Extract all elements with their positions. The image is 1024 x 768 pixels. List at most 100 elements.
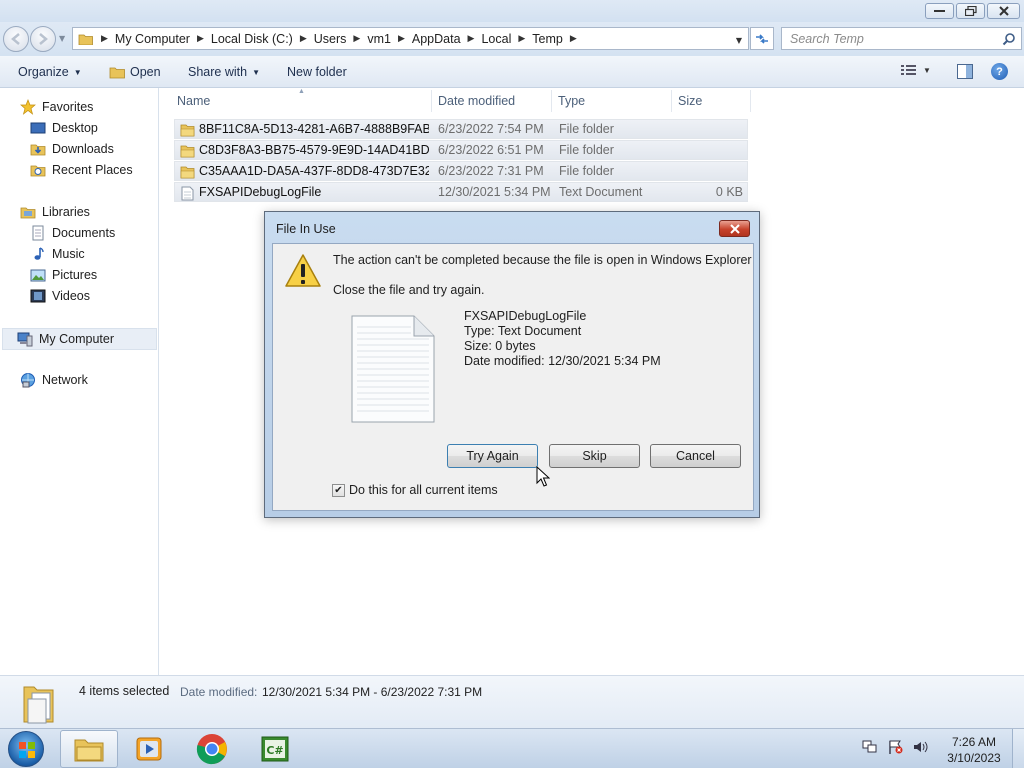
forward-button[interactable] <box>30 26 56 52</box>
nav-label: Downloads <box>52 142 114 156</box>
skip-button[interactable]: Skip <box>549 444 640 468</box>
column-divider[interactable] <box>750 90 751 112</box>
file-info: FXSAPIDebugLogFile Type: Text Document S… <box>464 309 661 369</box>
breadcrumb-separator[interactable]: ▶ <box>570 34 577 44</box>
close-window-button[interactable] <box>987 3 1020 19</box>
address-bar[interactable]: ▶ My Computer ▶ Local Disk (C:) ▶ Users … <box>72 27 749 50</box>
breadcrumb-users[interactable]: Users <box>314 32 347 46</box>
column-divider[interactable] <box>551 90 552 112</box>
recent-pages-dropdown[interactable]: ▼ <box>59 34 65 43</box>
preview-pane-button[interactable] <box>957 64 973 82</box>
file-row[interactable]: C35AAA1D-DA5A-437F-8DD8-473D7E327... 6/2… <box>174 161 748 181</box>
nav-videos[interactable]: Videos <box>30 287 90 305</box>
star-icon <box>20 99 36 115</box>
dialog-sub-message: Close the file and try again. <box>333 283 485 297</box>
apply-to-all-option[interactable]: ✔ Do this for all current items <box>332 483 498 497</box>
breadcrumb-separator[interactable]: ▶ <box>300 34 307 44</box>
search-icon[interactable] <box>1002 32 1016 46</box>
taskbar-windows-explorer[interactable] <box>60 730 118 768</box>
file-row[interactable]: FXSAPIDebugLogFile 12/30/2021 5:34 PM Te… <box>174 182 748 202</box>
nav-music[interactable]: Music <box>30 245 85 263</box>
dialog-close-button[interactable] <box>719 220 750 237</box>
taskbar-media-player[interactable] <box>120 730 178 768</box>
taskbar-chrome[interactable] <box>183 730 241 768</box>
new-folder-button[interactable]: New folder <box>287 65 347 79</box>
file-row[interactable]: 8BF11C8A-5D13-4281-A6B7-4888B9FAB8... 6/… <box>174 119 748 139</box>
mouse-cursor-icon <box>536 466 550 487</box>
open-button[interactable]: Open <box>109 65 161 79</box>
share-with-button[interactable]: Share with ▼ <box>188 65 260 79</box>
folder-icon <box>180 124 195 137</box>
clock-time: 7:26 AM <box>951 735 997 749</box>
file-row[interactable]: C8D3F8A3-BB75-4579-9E9D-14AD41BD3... 6/2… <box>174 140 748 160</box>
column-header-name[interactable]: Name <box>177 94 210 108</box>
date-modified-value: 12/30/2021 5:34 PM - 6/23/2022 7:31 PM <box>262 685 483 699</box>
file-date: 6/23/2022 7:31 PM <box>438 164 544 178</box>
file-name: 8BF11C8A-5D13-4281-A6B7-4888B9FAB8... <box>199 122 429 136</box>
action-center-flag-icon[interactable] <box>887 739 903 755</box>
show-desktop-button[interactable] <box>1012 729 1024 768</box>
nav-documents[interactable]: Documents <box>30 224 115 242</box>
minimize-button[interactable] <box>925 3 954 19</box>
breadcrumb-separator[interactable]: ▶ <box>197 34 204 44</box>
open-folder-icon <box>109 67 125 79</box>
column-header-size[interactable]: Size <box>678 94 702 108</box>
nav-favorites[interactable]: Favorites <box>20 98 93 116</box>
volume-icon[interactable] <box>912 739 928 755</box>
nav-pictures[interactable]: Pictures <box>30 266 97 284</box>
column-header-type[interactable]: Type <box>558 94 585 108</box>
organize-button[interactable]: Organize ▼ <box>18 65 82 79</box>
breadcrumb-separator[interactable]: ▶ <box>398 34 405 44</box>
pictures-icon <box>30 269 46 282</box>
restore-button[interactable] <box>956 3 985 19</box>
breadcrumb-vm1[interactable]: vm1 <box>367 32 391 46</box>
search-input[interactable]: Search Temp <box>781 27 1022 50</box>
nav-desktop[interactable]: Desktop <box>30 119 98 137</box>
breadcrumb-temp[interactable]: Temp <box>532 32 563 46</box>
column-divider[interactable] <box>671 90 672 112</box>
breadcrumb-separator[interactable]: ▶ <box>518 34 525 44</box>
breadcrumb-my-computer[interactable]: My Computer <box>115 32 190 46</box>
clock[interactable]: 7:26 AM 3/10/2023 <box>938 734 1010 766</box>
downloads-folder-icon <box>30 144 46 156</box>
windows-logo-icon <box>19 742 35 758</box>
apply-to-all-checkbox[interactable]: ✔ <box>332 483 345 497</box>
network-status-icon[interactable] <box>862 739 878 755</box>
file-type: File folder <box>559 143 614 157</box>
breadcrumb-appdata[interactable]: AppData <box>412 32 461 46</box>
windows-explorer-icon <box>74 739 104 762</box>
nav-downloads[interactable]: Downloads <box>30 140 114 158</box>
cancel-button[interactable]: Cancel <box>650 444 741 468</box>
breadcrumb-separator[interactable]: ▶ <box>468 34 475 44</box>
column-divider[interactable] <box>431 90 432 112</box>
column-header-date-modified[interactable]: Date modified <box>438 94 515 108</box>
help-button[interactable]: ? <box>991 63 1008 80</box>
sort-ascending-icon: ▲ <box>298 88 305 95</box>
breadcrumb-separator[interactable]: ▶ <box>353 34 360 44</box>
nav-libraries[interactable]: Libraries <box>20 203 90 221</box>
change-view-button[interactable]: ▼ <box>901 64 931 76</box>
csharp-icon: C# <box>261 736 289 762</box>
try-again-button[interactable]: Try Again <box>447 444 538 468</box>
nav-recent-places[interactable]: Recent Places <box>30 161 133 179</box>
apply-to-all-label: Do this for all current items <box>349 483 498 497</box>
refresh-icon <box>756 33 768 44</box>
close-icon <box>729 223 740 234</box>
file-date: 12/30/2021 5:34 PM <box>438 185 551 199</box>
back-button[interactable] <box>3 26 29 52</box>
file-type: Text Document <box>559 185 643 199</box>
breadcrumb-local-disk[interactable]: Local Disk (C:) <box>211 32 293 46</box>
chrome-icon <box>196 734 227 765</box>
computer-icon <box>17 332 33 347</box>
taskbar-csharp[interactable]: C# <box>246 730 304 768</box>
refresh-button[interactable] <box>750 27 774 50</box>
nav-network[interactable]: Network <box>20 371 88 389</box>
chevron-down-icon[interactable]: ▼ <box>923 66 931 75</box>
address-history-dropdown[interactable]: ▼ <box>736 36 742 45</box>
nav-my-computer[interactable]: My Computer <box>2 328 157 350</box>
selection-count: 4 items selected <box>79 684 170 698</box>
breadcrumb-local[interactable]: Local <box>481 32 511 46</box>
nav-label: My Computer <box>39 332 115 346</box>
help-icon: ? <box>996 65 1003 78</box>
start-button[interactable] <box>8 731 44 767</box>
